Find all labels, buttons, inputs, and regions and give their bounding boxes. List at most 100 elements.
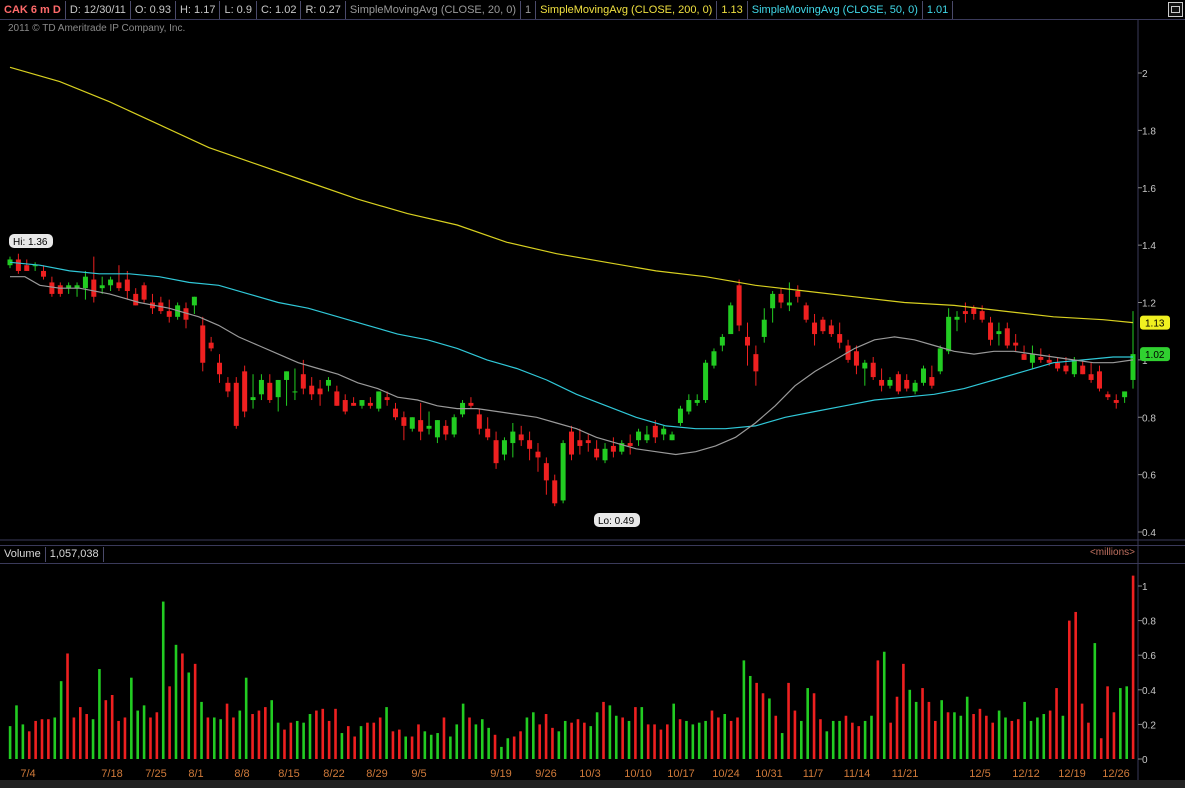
candle-body: [812, 322, 818, 335]
candle: [367, 397, 373, 409]
candle-body: [334, 391, 340, 406]
candle: [309, 377, 315, 401]
candle: [560, 440, 566, 504]
candle-body: [1038, 357, 1044, 360]
candle-body: [191, 296, 197, 306]
candle-body: [971, 308, 977, 314]
volume-bar: [576, 719, 580, 759]
candle-body: [920, 368, 926, 383]
volume-bar: [1119, 688, 1122, 759]
candle-body: [1113, 400, 1119, 403]
candle: [937, 345, 943, 375]
volume-label[interactable]: Volume: [0, 547, 46, 562]
date-tick-label: 12/26: [1102, 768, 1130, 780]
candle: [158, 296, 164, 314]
volume-bar: [844, 715, 848, 759]
date-tick-label: 10/24: [712, 768, 740, 780]
candle-body: [837, 334, 843, 343]
volume-bar: [359, 726, 363, 759]
volume-bar: [991, 722, 995, 759]
candle-body: [57, 285, 63, 294]
volume-bar: [736, 717, 739, 759]
candle-body: [912, 382, 918, 392]
candle-body: [1055, 362, 1061, 369]
volume-bar: [117, 720, 120, 759]
volume-bar: [436, 733, 439, 759]
volume-bar: [417, 724, 420, 759]
volume-bar: [40, 719, 44, 759]
volume-bar: [819, 719, 822, 759]
sma50-line: [9, 261, 1133, 430]
volume-bar: [889, 722, 892, 759]
candle: [770, 291, 776, 323]
candle-body: [887, 379, 893, 386]
candle-body: [1013, 342, 1019, 346]
candle: [594, 440, 600, 461]
volume-bar: [997, 710, 1001, 759]
candle-body: [510, 431, 516, 444]
bottom-scrollbar[interactable]: [0, 780, 1185, 788]
volume-bar: [512, 736, 516, 759]
candle-body: [602, 448, 608, 461]
candle-body: [636, 431, 642, 441]
date-tick-label: 12/5: [969, 768, 990, 780]
volume-bar: [353, 736, 356, 759]
volume-bar: [53, 717, 57, 759]
volume-bar: [187, 672, 191, 759]
candle-body: [1088, 374, 1094, 380]
date-tick-label: 9/5: [411, 768, 426, 780]
candle: [351, 397, 357, 406]
volume-bar: [863, 720, 867, 759]
candle-body: [778, 293, 784, 303]
candle: [334, 385, 340, 406]
candle: [225, 377, 231, 398]
candle-body: [82, 276, 88, 289]
volume-bar: [666, 724, 669, 759]
date-tick-label: 10/17: [667, 768, 695, 780]
volume-bar: [710, 710, 714, 759]
candle-body: [309, 385, 315, 395]
candle-body: [904, 379, 910, 389]
candle: [217, 354, 223, 383]
date-tick-label: 7/4: [20, 768, 35, 780]
candle-body: [116, 282, 122, 289]
candle-body: [728, 305, 734, 335]
volume-bar: [34, 720, 37, 759]
volume-bar: [200, 701, 203, 759]
candle: [409, 417, 415, 432]
volume-bar: [168, 686, 171, 759]
volume-bar: [251, 714, 254, 759]
candle-body: [493, 440, 499, 464]
candle: [703, 359, 709, 403]
date-tick-label: 7/18: [101, 768, 122, 780]
volume-bar: [583, 722, 586, 759]
candle: [585, 434, 591, 452]
volume-bar: [193, 663, 197, 759]
volume-bar: [959, 715, 963, 759]
candle-body: [124, 279, 130, 292]
volume-bar: [831, 720, 835, 759]
volume-bar: [149, 717, 152, 759]
lo-text: Lo: 0.49: [598, 516, 635, 527]
date-tick-label: 7/25: [145, 768, 166, 780]
volume-bar: [212, 717, 216, 759]
candle-body: [24, 265, 30, 271]
volume-bar: [793, 710, 797, 759]
volume-bar: [442, 717, 446, 759]
candle-body: [803, 305, 809, 320]
candle-body: [711, 351, 717, 366]
candle-body: [862, 362, 868, 369]
volume-bar: [519, 731, 522, 759]
volume-bar: [1029, 720, 1033, 759]
candle: [518, 425, 524, 446]
candle-body: [820, 319, 826, 332]
volume-bar: [1112, 712, 1116, 759]
volume-bar: [563, 720, 567, 759]
volume-bar: [672, 703, 675, 759]
volume-bar: [717, 717, 720, 759]
candle-body: [786, 302, 792, 306]
candle-body: [468, 402, 474, 406]
candle: [133, 288, 139, 306]
volume-bar: [774, 715, 778, 759]
candle-body: [1130, 354, 1136, 380]
